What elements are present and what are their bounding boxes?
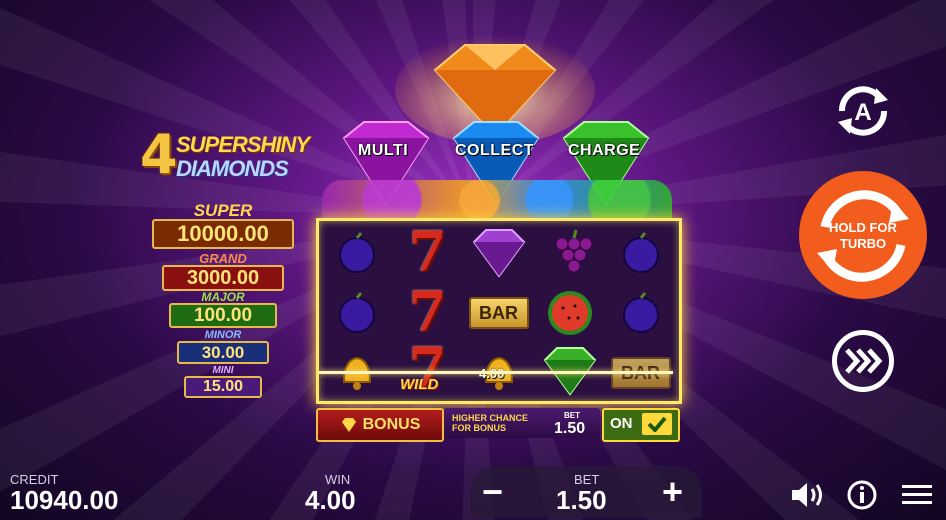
win-line: [319, 371, 673, 374]
jackpot-minor: MINOR 30.00: [176, 330, 270, 364]
chance-line2: FOR BONUS: [452, 423, 506, 433]
turbo-line2: TURBO: [839, 236, 887, 251]
multi-label: MULTI: [358, 142, 409, 159]
diamond-icon: [341, 418, 356, 432]
credit-value: 10940.00: [10, 485, 119, 515]
seven-symbol: 7: [408, 219, 447, 283]
bonus-label: BONUS: [362, 416, 421, 433]
sound-button[interactable]: [790, 481, 826, 514]
info-icon: [847, 480, 877, 510]
menu-button[interactable]: [901, 483, 933, 512]
reel-3: BAR 4.00: [463, 221, 534, 401]
jackpot-value: 10000.00: [152, 219, 294, 249]
increase-bet-button[interactable]: +: [662, 474, 683, 510]
jackpot-major: MAJOR 100.00: [168, 291, 278, 328]
jackpot-value: 30.00: [177, 341, 269, 364]
jackpot-value: 3000.00: [162, 265, 284, 291]
turbo-label: HOLD FOR TURBO: [799, 220, 927, 252]
bar-symbol: BAR: [463, 283, 534, 343]
jackpot-name: MINOR: [204, 329, 242, 341]
jackpot-value: 100.00: [169, 303, 277, 328]
plum-symbol: [605, 283, 676, 343]
sound-icon: [792, 483, 822, 507]
logo-line1: SUPERSHINY: [176, 132, 310, 157]
turbo-line1: HOLD FOR: [829, 220, 897, 235]
jackpot-mini: MINI 15.00: [184, 366, 262, 398]
jackpot-name: SUPER: [193, 201, 253, 220]
chance-line1: HIGHER CHANCE: [452, 413, 529, 423]
seven-symbol: 7: [408, 279, 447, 343]
logo-number: 4: [140, 123, 178, 186]
autoplay-button[interactable]: A: [830, 78, 896, 144]
reel-1: [321, 221, 392, 401]
autoplay-icon: A: [838, 86, 888, 136]
higher-chance-panel: HIGHER CHANCE FOR BONUS BET 1.50: [444, 408, 600, 438]
hold-for-turbo-button[interactable]: HOLD FOR TURBO: [799, 171, 927, 299]
check-icon: [642, 413, 672, 435]
jackpot-super: SUPER 10000.00: [150, 202, 296, 249]
chance-text: HIGHER CHANCE FOR BONUS: [452, 413, 528, 433]
chance-bet-label: BET: [564, 411, 580, 420]
collect-label: COLLECT: [455, 142, 535, 159]
grapes-symbol: [534, 223, 605, 283]
plum-symbol: [321, 283, 392, 343]
jackpot-grand: GRAND 3000.00: [160, 252, 286, 291]
jackpot-name: GRAND: [199, 251, 247, 266]
svg-text:A: A: [854, 99, 871, 126]
reel-4: [534, 221, 605, 401]
plum-symbol: [605, 223, 676, 283]
purple-diamond-symbol: [463, 223, 534, 283]
win-value: 4.00: [305, 485, 356, 515]
watermelon-symbol: [534, 283, 605, 343]
reel-5: BAR: [605, 221, 676, 401]
jackpot-name: MINI: [212, 365, 234, 376]
decrease-bet-button[interactable]: −: [482, 474, 503, 510]
bonus-button[interactable]: BONUS: [316, 408, 444, 442]
bet-value: 1.50: [556, 485, 607, 515]
plum-symbol: [321, 223, 392, 283]
chance-bet-value: 1.50: [554, 420, 586, 437]
jackpot-name: MAJOR: [201, 290, 245, 304]
logo-line2: DIAMONDS: [176, 156, 289, 181]
game-logo: 4 SUPERSHINY DIAMONDS: [140, 123, 310, 186]
info-button[interactable]: [846, 479, 878, 516]
higher-chance-toggle[interactable]: ON: [602, 408, 680, 442]
fast-forward-button[interactable]: [832, 330, 894, 392]
gem-pile: [322, 180, 672, 220]
reel-2: 7 7 7 WILD: [392, 219, 463, 401]
fast-forward-icon: [845, 348, 883, 374]
toggle-label: ON: [610, 415, 633, 432]
reel-window: 7 7 7 WILD BAR 4.00 BAR: [316, 218, 682, 404]
menu-icon: [902, 485, 932, 504]
jackpot-value: 15.00: [184, 376, 262, 398]
charge-label: CHARGE: [568, 142, 641, 159]
wild-label: WILD: [400, 376, 439, 393]
